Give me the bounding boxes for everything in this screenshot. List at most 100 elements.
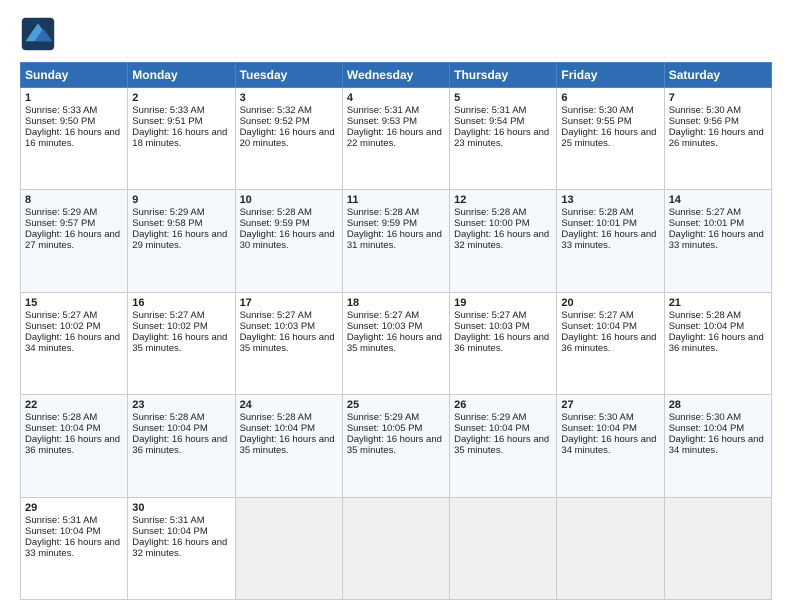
daylight-label: Daylight: 16 hours and 34 minutes. xyxy=(561,434,656,456)
sunrise-label: Sunrise: 5:33 AM xyxy=(25,105,97,116)
calendar-cell: 13 Sunrise: 5:28 AM Sunset: 10:01 PM Day… xyxy=(557,190,664,292)
calendar-cell: 25 Sunrise: 5:29 AM Sunset: 10:05 PM Day… xyxy=(342,395,449,497)
day-number: 29 xyxy=(25,502,123,514)
daylight-label: Daylight: 16 hours and 35 minutes. xyxy=(132,332,227,354)
sunrise-label: Sunrise: 5:27 AM xyxy=(132,310,204,321)
calendar-table: SundayMondayTuesdayWednesdayThursdayFrid… xyxy=(20,62,772,600)
sunrise-label: Sunrise: 5:28 AM xyxy=(669,310,741,321)
sunrise-label: Sunrise: 5:28 AM xyxy=(132,412,204,423)
calendar-cell: 21 Sunrise: 5:28 AM Sunset: 10:04 PM Day… xyxy=(664,292,771,394)
daylight-label: Daylight: 16 hours and 29 minutes. xyxy=(132,229,227,251)
sunrise-label: Sunrise: 5:32 AM xyxy=(240,105,312,116)
day-number: 10 xyxy=(240,194,338,206)
sunrise-label: Sunrise: 5:29 AM xyxy=(132,207,204,218)
sunrise-label: Sunrise: 5:33 AM xyxy=(132,105,204,116)
weekday-header: Thursday xyxy=(450,63,557,88)
calendar-cell: 15 Sunrise: 5:27 AM Sunset: 10:02 PM Day… xyxy=(21,292,128,394)
day-number: 20 xyxy=(561,297,659,309)
sunrise-label: Sunrise: 5:28 AM xyxy=(561,207,633,218)
calendar-cell: 7 Sunrise: 5:30 AM Sunset: 9:56 PM Dayli… xyxy=(664,88,771,190)
sunset-label: Sunset: 9:59 PM xyxy=(347,218,417,229)
calendar-cell: 28 Sunrise: 5:30 AM Sunset: 10:04 PM Day… xyxy=(664,395,771,497)
sunrise-label: Sunrise: 5:30 AM xyxy=(561,105,633,116)
calendar-header: SundayMondayTuesdayWednesdayThursdayFrid… xyxy=(21,63,772,88)
daylight-label: Daylight: 16 hours and 35 minutes. xyxy=(347,332,442,354)
sunrise-label: Sunrise: 5:31 AM xyxy=(25,515,97,526)
day-number: 2 xyxy=(132,92,230,104)
sunset-label: Sunset: 9:50 PM xyxy=(25,116,95,127)
sunset-label: Sunset: 10:03 PM xyxy=(347,321,423,332)
sunrise-label: Sunrise: 5:29 AM xyxy=(347,412,419,423)
logo-icon xyxy=(20,16,56,52)
day-number: 8 xyxy=(25,194,123,206)
sunrise-label: Sunrise: 5:30 AM xyxy=(669,412,741,423)
day-number: 3 xyxy=(240,92,338,104)
sunset-label: Sunset: 10:04 PM xyxy=(454,423,530,434)
day-number: 11 xyxy=(347,194,445,206)
day-number: 22 xyxy=(25,399,123,411)
calendar-cell: 24 Sunrise: 5:28 AM Sunset: 10:04 PM Day… xyxy=(235,395,342,497)
day-number: 24 xyxy=(240,399,338,411)
sunset-label: Sunset: 10:04 PM xyxy=(240,423,316,434)
day-number: 9 xyxy=(132,194,230,206)
calendar-cell: 22 Sunrise: 5:28 AM Sunset: 10:04 PM Day… xyxy=(21,395,128,497)
weekday-header: Tuesday xyxy=(235,63,342,88)
day-number: 21 xyxy=(669,297,767,309)
daylight-label: Daylight: 16 hours and 33 minutes. xyxy=(25,537,120,559)
sunrise-label: Sunrise: 5:31 AM xyxy=(454,105,526,116)
day-number: 1 xyxy=(25,92,123,104)
calendar-cell: 11 Sunrise: 5:28 AM Sunset: 9:59 PM Dayl… xyxy=(342,190,449,292)
sunset-label: Sunset: 9:52 PM xyxy=(240,116,310,127)
day-number: 25 xyxy=(347,399,445,411)
weekday-header: Saturday xyxy=(664,63,771,88)
sunset-label: Sunset: 10:03 PM xyxy=(454,321,530,332)
calendar-week-row: 22 Sunrise: 5:28 AM Sunset: 10:04 PM Day… xyxy=(21,395,772,497)
calendar-cell: 17 Sunrise: 5:27 AM Sunset: 10:03 PM Day… xyxy=(235,292,342,394)
calendar-cell: 27 Sunrise: 5:30 AM Sunset: 10:04 PM Day… xyxy=(557,395,664,497)
calendar-cell xyxy=(235,497,342,599)
weekday-header: Sunday xyxy=(21,63,128,88)
logo xyxy=(20,16,62,52)
day-number: 6 xyxy=(561,92,659,104)
calendar-cell: 1 Sunrise: 5:33 AM Sunset: 9:50 PM Dayli… xyxy=(21,88,128,190)
daylight-label: Daylight: 16 hours and 20 minutes. xyxy=(240,127,335,149)
sunset-label: Sunset: 10:01 PM xyxy=(669,218,745,229)
sunrise-label: Sunrise: 5:28 AM xyxy=(240,207,312,218)
calendar-cell xyxy=(557,497,664,599)
calendar-cell: 30 Sunrise: 5:31 AM Sunset: 10:04 PM Day… xyxy=(128,497,235,599)
calendar-cell: 5 Sunrise: 5:31 AM Sunset: 9:54 PM Dayli… xyxy=(450,88,557,190)
sunset-label: Sunset: 10:02 PM xyxy=(132,321,208,332)
day-number: 15 xyxy=(25,297,123,309)
sunrise-label: Sunrise: 5:29 AM xyxy=(454,412,526,423)
sunrise-label: Sunrise: 5:30 AM xyxy=(669,105,741,116)
sunrise-label: Sunrise: 5:28 AM xyxy=(454,207,526,218)
calendar-cell: 20 Sunrise: 5:27 AM Sunset: 10:04 PM Day… xyxy=(557,292,664,394)
calendar-cell xyxy=(664,497,771,599)
calendar-cell: 19 Sunrise: 5:27 AM Sunset: 10:03 PM Day… xyxy=(450,292,557,394)
day-number: 19 xyxy=(454,297,552,309)
sunset-label: Sunset: 10:04 PM xyxy=(132,526,208,537)
daylight-label: Daylight: 16 hours and 36 minutes. xyxy=(669,332,764,354)
day-number: 4 xyxy=(347,92,445,104)
calendar-week-row: 8 Sunrise: 5:29 AM Sunset: 9:57 PM Dayli… xyxy=(21,190,772,292)
calendar-week-row: 29 Sunrise: 5:31 AM Sunset: 10:04 PM Day… xyxy=(21,497,772,599)
sunset-label: Sunset: 10:04 PM xyxy=(132,423,208,434)
sunrise-label: Sunrise: 5:27 AM xyxy=(669,207,741,218)
sunset-label: Sunset: 9:59 PM xyxy=(240,218,310,229)
calendar-cell: 26 Sunrise: 5:29 AM Sunset: 10:04 PM Day… xyxy=(450,395,557,497)
calendar-cell: 23 Sunrise: 5:28 AM Sunset: 10:04 PM Day… xyxy=(128,395,235,497)
daylight-label: Daylight: 16 hours and 34 minutes. xyxy=(669,434,764,456)
day-number: 26 xyxy=(454,399,552,411)
calendar-cell: 8 Sunrise: 5:29 AM Sunset: 9:57 PM Dayli… xyxy=(21,190,128,292)
calendar-cell: 16 Sunrise: 5:27 AM Sunset: 10:02 PM Day… xyxy=(128,292,235,394)
day-number: 14 xyxy=(669,194,767,206)
daylight-label: Daylight: 16 hours and 30 minutes. xyxy=(240,229,335,251)
calendar-cell xyxy=(450,497,557,599)
sunrise-label: Sunrise: 5:27 AM xyxy=(240,310,312,321)
sunset-label: Sunset: 10:01 PM xyxy=(561,218,637,229)
daylight-label: Daylight: 16 hours and 36 minutes. xyxy=(561,332,656,354)
day-number: 7 xyxy=(669,92,767,104)
calendar-cell: 3 Sunrise: 5:32 AM Sunset: 9:52 PM Dayli… xyxy=(235,88,342,190)
sunrise-label: Sunrise: 5:30 AM xyxy=(561,412,633,423)
sunrise-label: Sunrise: 5:28 AM xyxy=(240,412,312,423)
